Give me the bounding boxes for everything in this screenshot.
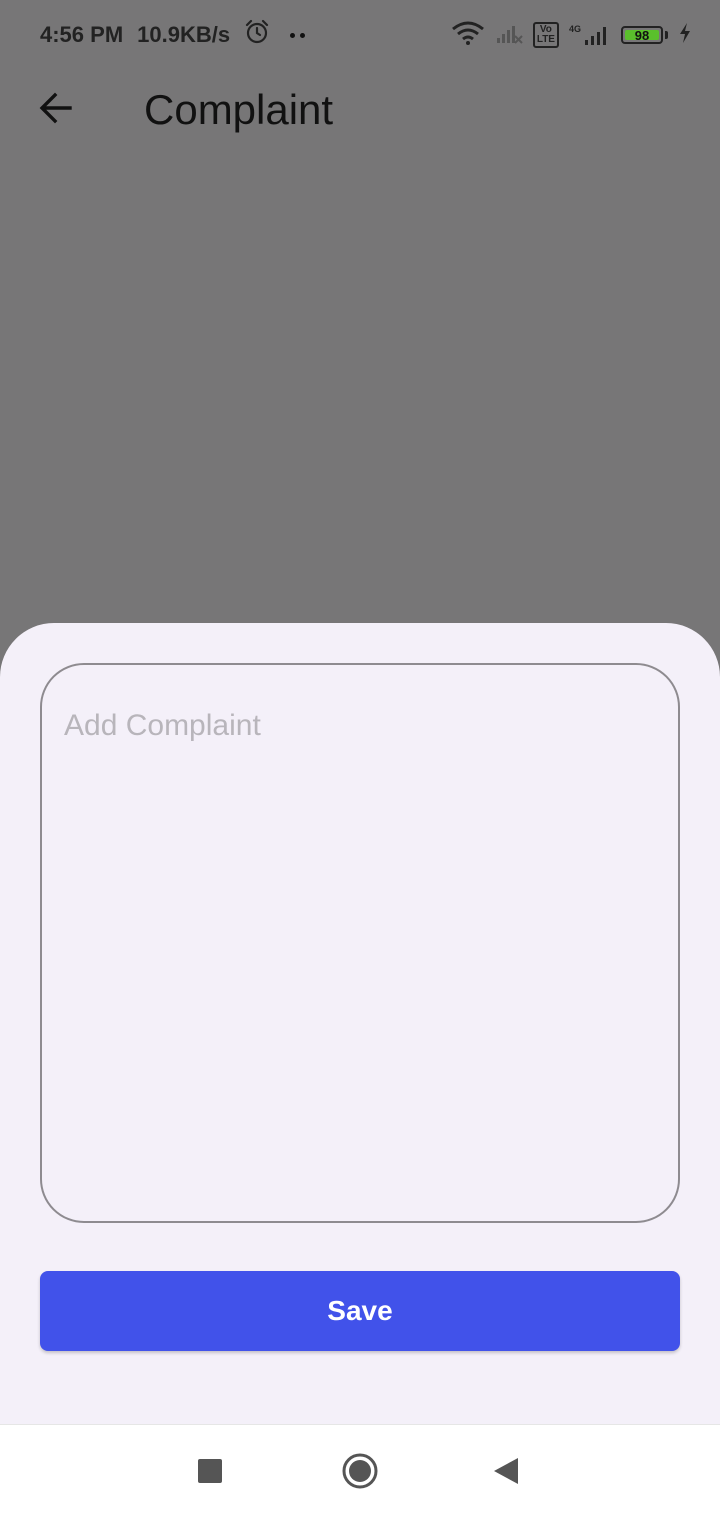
battery-body: 98	[621, 26, 663, 44]
battery-tip	[665, 31, 668, 39]
status-time: 4:56 PM	[40, 22, 124, 47]
network-label: 4G	[568, 24, 581, 34]
charging-icon	[678, 22, 692, 49]
volte-icon: Vo LTE	[532, 22, 559, 48]
back-icon	[492, 1456, 520, 1491]
status-bar: 4:56 PM 10.9KB/s Vo LTE 4G 98	[0, 0, 720, 70]
signal-4g-icon: 4G	[569, 24, 611, 46]
arrow-left-icon	[38, 90, 74, 131]
battery-level: 98	[634, 27, 650, 43]
status-net-speed: 10.9KB/s	[137, 22, 231, 47]
recent-apps-icon	[197, 1458, 223, 1489]
nav-back-button[interactable]	[482, 1449, 530, 1497]
wifi-icon	[451, 21, 485, 50]
back-button[interactable]	[24, 78, 88, 142]
complaint-sheet: Save	[0, 623, 720, 1424]
status-left: 4:56 PM 10.9KB/s	[40, 19, 306, 51]
alarm-icon	[244, 19, 270, 51]
page-title: Complaint	[144, 86, 334, 133]
battery-icon: 98	[621, 26, 668, 44]
recent-apps-button[interactable]	[186, 1449, 234, 1497]
complaint-input[interactable]	[40, 663, 680, 1223]
save-button[interactable]: Save	[40, 1271, 680, 1351]
system-nav-bar	[0, 1424, 720, 1520]
status-right: Vo LTE 4G 98	[451, 21, 692, 50]
more-notifications-icon	[290, 32, 306, 38]
home-icon	[341, 1452, 379, 1495]
app-bar: Complaint	[0, 70, 720, 150]
home-button[interactable]	[336, 1449, 384, 1497]
signal-off-icon	[495, 22, 523, 49]
